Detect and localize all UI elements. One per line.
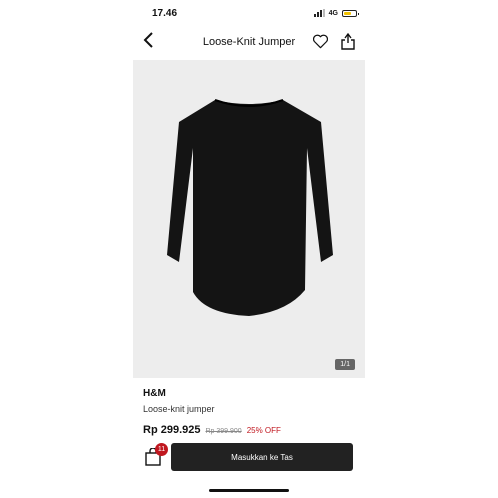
battery-icon xyxy=(342,9,359,17)
network-label: 4G xyxy=(328,9,338,17)
phone-screen: 17.46 4G Loose-Knit Jumper 1/1 H&M Loose… xyxy=(133,0,365,498)
product-image[interactable]: 1/1 xyxy=(133,60,365,378)
wishlist-button[interactable] xyxy=(312,34,329,54)
price-row: Rp 299.925 Rp 399.900 25% OFF xyxy=(143,424,281,436)
original-price: Rp 399.900 xyxy=(205,428,242,435)
status-bar: 17.46 4G xyxy=(133,8,365,22)
top-nav: Loose-Knit Jumper xyxy=(133,30,365,54)
discount-label: 25% OFF xyxy=(246,426,281,435)
heart-icon xyxy=(312,34,329,49)
signal-icon xyxy=(313,9,325,17)
brand-name: H&M xyxy=(143,388,166,399)
add-to-bag-button[interactable]: Masukkan ke Tas xyxy=(171,443,353,471)
product-name: Loose-knit jumper xyxy=(143,404,215,414)
status-time: 17.46 xyxy=(152,8,178,19)
jumper-image xyxy=(167,99,333,316)
page-title: Loose-Knit Jumper xyxy=(202,36,296,48)
cart-count-badge: 11 xyxy=(155,443,168,456)
share-button[interactable] xyxy=(341,32,355,55)
status-indicators: 4G xyxy=(313,9,359,17)
current-price: Rp 299.925 xyxy=(143,424,201,436)
image-counter: 1/1 xyxy=(335,359,355,370)
home-indicator xyxy=(209,489,289,492)
share-icon xyxy=(341,32,355,50)
